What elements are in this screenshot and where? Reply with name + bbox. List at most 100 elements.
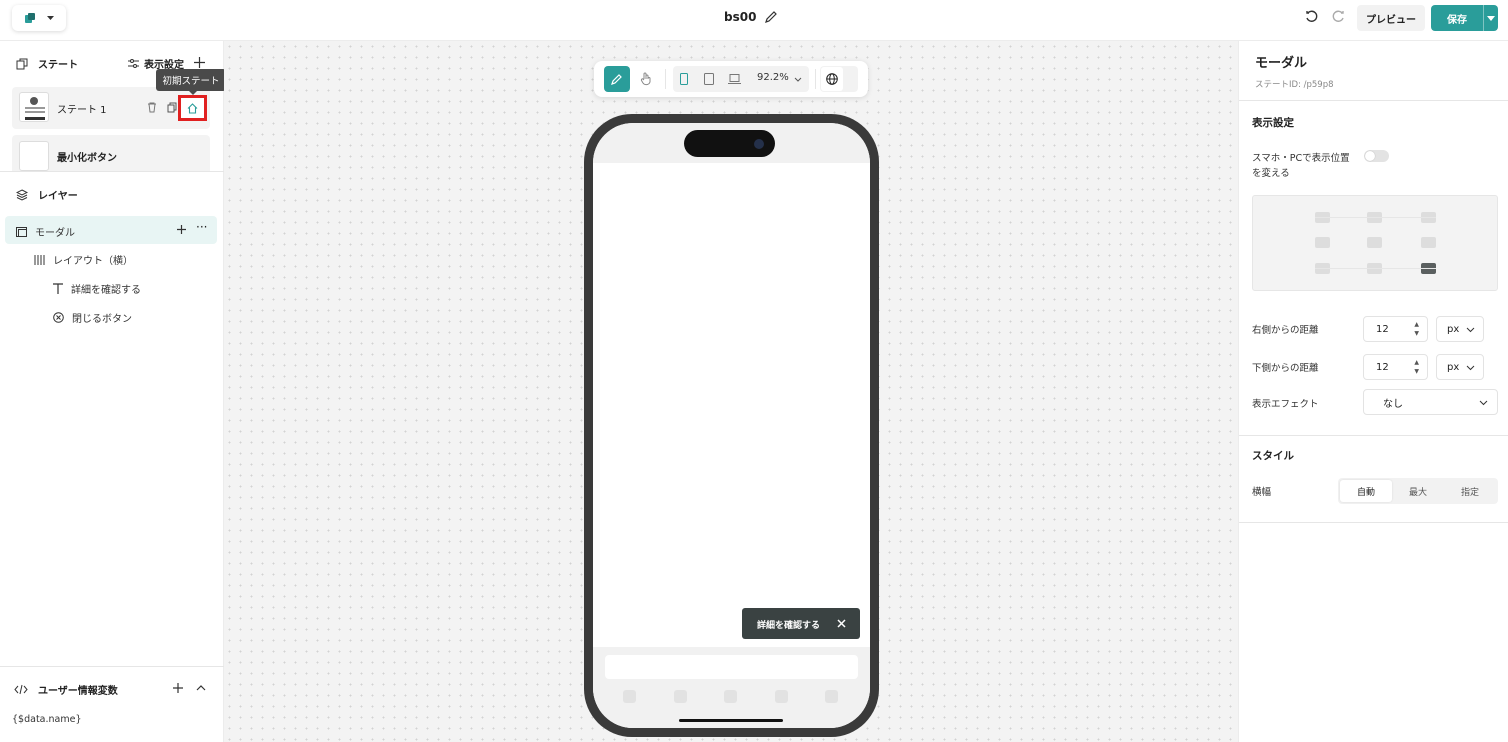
bottom-distance-input[interactable]: 12 ▲ ▼ xyxy=(1363,354,1428,380)
undo-icon[interactable] xyxy=(1304,9,1320,25)
right-distance-label: 右側からの距離 xyxy=(1252,325,1319,336)
stepper-icon[interactable]: ▲ ▼ xyxy=(1414,358,1419,376)
pencil-icon xyxy=(611,74,622,85)
chevron-down-icon[interactable] xyxy=(794,77,802,82)
display-section-title: 表示設定 xyxy=(1252,117,1294,129)
divider xyxy=(1239,100,1508,101)
trash-icon[interactable] xyxy=(147,102,157,113)
layer-label: 詳細を確認する xyxy=(71,285,141,296)
tablet-icon[interactable] xyxy=(704,73,714,85)
device-zoom-group: 92.2% xyxy=(673,66,809,92)
nav-item xyxy=(724,690,737,703)
right-distance-input[interactable]: 12 ▲ ▼ xyxy=(1363,316,1428,342)
edit-mode-button[interactable] xyxy=(604,66,630,92)
unit-value: px xyxy=(1447,361,1460,373)
initial-state-tooltip: 初期ステート xyxy=(156,69,226,95)
language-button[interactable] xyxy=(820,66,858,92)
effect-select[interactable]: なし xyxy=(1363,389,1498,415)
chevron-down-icon xyxy=(1479,400,1488,406)
more-icon[interactable]: ··· xyxy=(196,220,207,234)
app-menu-button[interactable] xyxy=(12,5,66,31)
stepper-icon[interactable]: ▲ ▼ xyxy=(1414,320,1419,338)
width-segmented-control: 自動 最大 指定 xyxy=(1338,478,1498,504)
chevron-down-icon xyxy=(1487,15,1495,21)
variable-item[interactable]: {$data.name} xyxy=(12,714,82,725)
layers-header: レイヤー xyxy=(16,187,78,202)
add-layer-icon[interactable] xyxy=(177,225,186,234)
position-middle-left[interactable] xyxy=(1315,237,1330,248)
width-option-auto[interactable]: 自動 xyxy=(1340,480,1392,502)
width-option-max[interactable]: 最大 xyxy=(1392,480,1444,502)
toast-text: 詳細を確認する xyxy=(757,621,821,631)
save-button-label: 保存 xyxy=(1447,14,1467,26)
state-thumbnail xyxy=(19,141,49,171)
nav-item xyxy=(623,690,636,703)
home-icon xyxy=(187,103,198,114)
state-item-1[interactable]: ステート 1 xyxy=(12,87,210,129)
variables-title: ユーザー情報変数 xyxy=(38,686,118,697)
text-icon xyxy=(53,283,63,294)
preview-button[interactable]: プレビュー xyxy=(1357,5,1425,31)
unit-value: px xyxy=(1447,323,1460,335)
save-options-dropdown[interactable] xyxy=(1483,5,1498,31)
add-variable-icon[interactable] xyxy=(173,683,183,693)
inspector-title: モーダル xyxy=(1255,56,1308,71)
right-distance-value: 12 xyxy=(1376,323,1389,335)
chevron-down-icon xyxy=(1466,327,1475,333)
bottom-distance-unit-select[interactable]: px xyxy=(1436,354,1484,380)
position-picker xyxy=(1252,195,1498,291)
divider xyxy=(1239,435,1508,436)
globe-icon xyxy=(826,73,838,85)
state-item-2[interactable]: 最小化ボタン xyxy=(12,135,210,171)
layers-title: レイヤー xyxy=(38,191,78,202)
close-circle-icon xyxy=(53,312,64,323)
modal-icon xyxy=(16,226,27,237)
copy-icon xyxy=(16,58,28,69)
responsive-position-toggle[interactable] xyxy=(1364,150,1389,162)
hand-icon[interactable] xyxy=(640,72,652,86)
toggle-label-line2: を変える xyxy=(1252,168,1290,179)
add-state-icon[interactable] xyxy=(194,57,205,68)
sliders-icon xyxy=(128,59,139,68)
app-logo-icon xyxy=(24,13,35,23)
smartphone-icon[interactable] xyxy=(680,73,688,85)
state-label: ステート 1 xyxy=(57,105,107,116)
right-distance-unit-select[interactable]: px xyxy=(1436,316,1484,342)
layer-item-text[interactable]: 詳細を確認する xyxy=(53,281,141,296)
layer-item-layout[interactable]: レイアウト（横） xyxy=(34,252,133,267)
dynamic-island xyxy=(684,130,775,157)
modal-toast[interactable]: 詳細を確認する xyxy=(742,608,860,639)
effect-label: 表示エフェクト xyxy=(1252,399,1319,410)
position-center[interactable] xyxy=(1367,237,1382,248)
width-label: 横幅 xyxy=(1252,487,1272,498)
layers-icon xyxy=(16,188,28,201)
divider xyxy=(0,171,224,172)
zoom-level[interactable]: 92.2% xyxy=(757,72,789,83)
laptop-icon[interactable] xyxy=(728,74,741,84)
chevron-up-icon[interactable] xyxy=(196,685,206,691)
state-thumbnail xyxy=(19,92,49,122)
layer-item-modal[interactable]: モーダル ··· xyxy=(5,216,217,244)
width-option-custom[interactable]: 指定 xyxy=(1444,480,1496,502)
nav-item xyxy=(825,690,838,703)
columns-icon xyxy=(34,254,45,265)
toggle-label-line1: スマホ・PCで表示位置 xyxy=(1252,153,1350,164)
duplicate-icon[interactable] xyxy=(167,102,177,113)
redo-icon[interactable] xyxy=(1330,9,1346,25)
code-icon xyxy=(14,684,28,695)
layer-label: 閉じるボタン xyxy=(72,314,132,325)
canvas-toolbar: 92.2% xyxy=(594,61,868,97)
save-button[interactable]: 保存 xyxy=(1431,5,1498,31)
home-indicator xyxy=(679,719,783,722)
states-title: ステート xyxy=(38,60,78,71)
position-middle-right[interactable] xyxy=(1421,237,1436,248)
state-id: ステートID: /p59p8 xyxy=(1255,80,1334,90)
style-section-title: スタイル xyxy=(1252,450,1294,462)
bottom-distance-label: 下側からの距離 xyxy=(1252,363,1319,374)
close-icon[interactable] xyxy=(837,619,846,628)
layer-item-close-button[interactable]: 閉じるボタン xyxy=(53,310,132,325)
bottom-bar xyxy=(593,647,870,728)
states-header: ステート xyxy=(16,56,78,71)
divider xyxy=(1239,522,1508,523)
pencil-icon[interactable] xyxy=(764,10,778,24)
